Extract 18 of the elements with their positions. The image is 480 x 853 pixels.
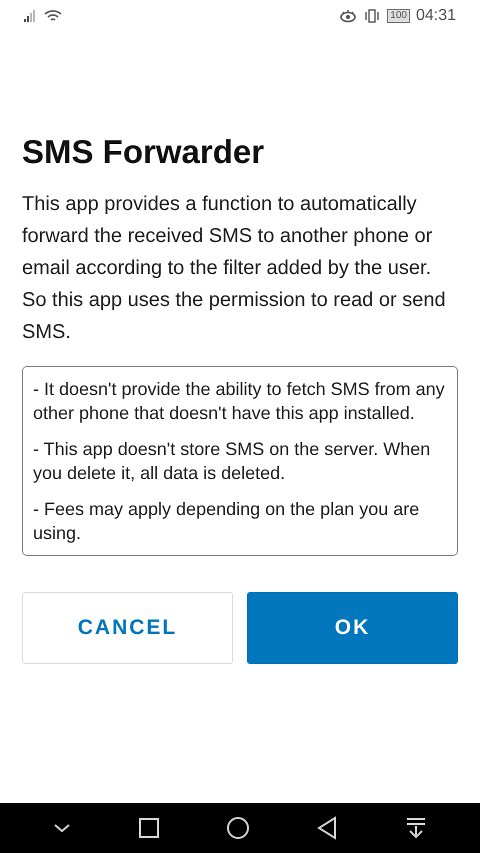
- cancel-button[interactable]: CANCEL: [22, 592, 233, 664]
- ok-button[interactable]: OK: [247, 592, 458, 664]
- dialog-title: SMS Forwarder: [22, 132, 266, 172]
- circle-icon[interactable]: [226, 816, 250, 840]
- signal-icon: [24, 10, 38, 22]
- wifi-icon: [44, 9, 62, 23]
- square-icon[interactable]: [138, 817, 160, 839]
- battery-indicator: 100: [387, 9, 410, 23]
- vibrate-icon: [363, 9, 382, 23]
- note-text: - It doesn't provide the ability to fetch SMS from any other phone that doesn't have this app installed.: [33, 378, 446, 425]
- description-text: This app provides a function to automatically forward the received SMS to another phone or email according to the filter added by the user. So this app uses the permission to read or send SMS.: [22, 192, 447, 345]
- eye-icon: [339, 9, 358, 23]
- chevron-down-icon[interactable]: [53, 823, 72, 833]
- note-text: - Fees may apply depending on the plan you are using.: [33, 498, 420, 545]
- note-text: - This app doesn't store SMS on the server. When you delete it, all data is deleted.: [33, 438, 432, 485]
- back-icon[interactable]: [316, 816, 338, 840]
- pull-down-icon[interactable]: [404, 817, 427, 839]
- clock-time: 04:31: [416, 6, 456, 26]
